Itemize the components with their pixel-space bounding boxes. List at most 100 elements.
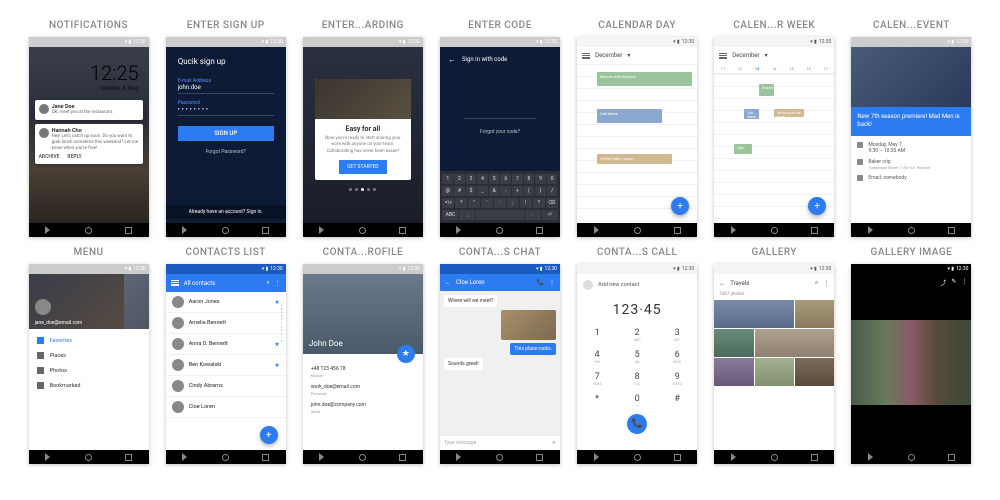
menu-icon[interactable] <box>171 280 179 286</box>
key-3[interactable]: 3DEF <box>657 324 697 346</box>
home-icon[interactable] <box>222 227 229 234</box>
recent-icon[interactable] <box>399 454 406 461</box>
back-icon[interactable] <box>731 453 738 461</box>
phone-onboarding[interactable]: ▾ ▮ 12:30 Easy for all Now you're ready … <box>303 37 423 237</box>
home-icon[interactable] <box>908 227 915 234</box>
recent-icon[interactable] <box>811 454 818 461</box>
phone-cal-week[interactable]: ▾ ▮ 12:30 December ▾ 11121314151617 Brun… <box>714 37 834 237</box>
back-arrow-icon[interactable]: ← <box>445 279 451 286</box>
call-fab[interactable]: 📞 <box>627 414 647 434</box>
menu-item-places[interactable]: Places <box>29 348 149 363</box>
back-icon[interactable] <box>868 453 875 461</box>
message-in[interactable]: Where will we meet? <box>444 295 497 307</box>
month-select[interactable]: December <box>595 52 622 59</box>
event[interactable]: Brunch with Monica <box>597 72 692 86</box>
recent-icon[interactable] <box>536 454 543 461</box>
menu-item-favorites[interactable]: Favorites <box>29 333 149 348</box>
contact-item[interactable]: Ben Kowalski★ <box>166 355 286 376</box>
phone-cal-event[interactable]: ▾ ▮ 12:30 New 7th season premiere! Mad M… <box>851 37 971 237</box>
phone-cal-day[interactable]: ▾ ▮ 12:30 December ▾ Brunch with Monica … <box>577 37 697 237</box>
email-field[interactable]: john.doe <box>178 84 274 94</box>
star-fab[interactable]: ★ <box>397 345 415 363</box>
add-fab[interactable]: + <box>671 197 689 215</box>
recent-icon[interactable] <box>262 227 269 234</box>
get-started-button[interactable]: GET STARTED <box>339 160 386 174</box>
add-contact-fab[interactable]: + <box>260 426 278 444</box>
menu-icon[interactable] <box>719 53 727 59</box>
recent-icon[interactable] <box>125 227 132 234</box>
messages[interactable]: Where will we meet? This place rocks. So… <box>440 291 560 436</box>
recent-icon[interactable] <box>262 454 269 461</box>
message-out[interactable]: This place rocks. <box>510 343 556 355</box>
event[interactable]: Gym <box>734 144 752 154</box>
back-icon[interactable] <box>319 453 326 461</box>
photo-thumb[interactable] <box>795 358 834 386</box>
home-icon[interactable] <box>222 454 229 461</box>
message-input[interactable]: Type message➤ <box>440 436 560 450</box>
phone-menu[interactable]: ▾ ▮ 12:30 jane_doe@email.com Favorites P… <box>29 264 149 464</box>
back-icon[interactable] <box>182 226 189 234</box>
recent-icon[interactable] <box>948 454 955 461</box>
photo-thumb[interactable] <box>714 329 753 357</box>
month-select[interactable]: December <box>732 52 759 59</box>
contact-item[interactable]: Aaron Jones★ <box>166 292 286 313</box>
back-arrow-icon[interactable]: ← <box>448 55 456 64</box>
event[interactable]: Call Marie <box>597 109 662 123</box>
key-7[interactable]: 7PQRS <box>577 368 617 390</box>
phone-contacts-list[interactable]: ▾ ▮ 12:30 All contacts ⌕ ⋮ Aaron Jones★ … <box>166 264 286 464</box>
recent-icon[interactable] <box>674 454 681 461</box>
home-icon[interactable] <box>771 227 778 234</box>
home-icon[interactable] <box>634 454 641 461</box>
search-icon[interactable]: ⌕ <box>815 279 818 287</box>
contact-item[interactable]: Cloe Loren <box>166 397 286 418</box>
recent-icon[interactable] <box>399 227 406 234</box>
add-contact-link[interactable]: Add new contact <box>577 274 697 296</box>
phone-code[interactable]: ▾ ▮ 12:30 ← Sign in with code Forgot you… <box>440 37 560 237</box>
edit-icon[interactable]: ✎ <box>951 278 956 287</box>
avatar[interactable] <box>35 299 51 315</box>
home-icon[interactable] <box>634 227 641 234</box>
contact-item[interactable]: Anna D. Bennett★ <box>166 334 286 355</box>
phone-gallery-image[interactable]: ▾ ▮ 12:30 ⤴ ✎ ⋮ <box>851 264 971 464</box>
week-grid[interactable]: Brunch Call Marie Morning on the track G… <box>714 74 834 223</box>
key-2[interactable]: 2ABC <box>617 324 657 346</box>
forgot-link[interactable]: Forgot Password? <box>178 149 274 155</box>
photo-thumb[interactable] <box>714 358 753 386</box>
contact-item[interactable]: Amelia Bennett <box>166 313 286 334</box>
phone-notifications[interactable]: ▾ ▮ 12:30 12:25 Sunday, 8 May Jane Doe O… <box>29 37 149 237</box>
key-6[interactable]: 6MNO <box>657 346 697 368</box>
key-5[interactable]: 5JKL <box>617 346 657 368</box>
photo-thumb[interactable] <box>795 300 834 328</box>
recent-icon[interactable] <box>674 227 681 234</box>
full-image[interactable] <box>851 320 971 405</box>
key-4[interactable]: 4GHI <box>577 346 617 368</box>
menu-item-photos[interactable]: Photos <box>29 363 149 378</box>
recent-icon[interactable] <box>811 227 818 234</box>
notification-card[interactable]: Hannah Cho Hey! Let's catch up soon. Do … <box>35 124 143 165</box>
back-icon[interactable] <box>45 226 52 234</box>
home-icon[interactable] <box>359 227 366 234</box>
add-fab[interactable]: + <box>808 197 826 215</box>
back-icon[interactable] <box>456 226 463 234</box>
phone-dialer[interactable]: ▾ ▮ 12:30 Add new contact 123·45 1 2ABC … <box>577 264 697 464</box>
message-image[interactable] <box>501 310 556 340</box>
recent-icon[interactable] <box>125 454 132 461</box>
key-9[interactable]: 9WXYZ <box>657 368 697 390</box>
back-icon[interactable] <box>594 453 601 461</box>
archive-button[interactable]: ARCHIVE <box>39 154 60 160</box>
password-field[interactable]: •••••••• <box>178 106 274 116</box>
more-icon[interactable]: ⋮ <box>823 280 829 287</box>
menu-item-bookmarked[interactable]: Bookmarked <box>29 378 149 393</box>
home-icon[interactable] <box>771 454 778 461</box>
home-icon[interactable] <box>496 227 503 234</box>
code-input[interactable] <box>464 109 536 119</box>
notification-card[interactable]: Jane Doe OK, meet you at the restaurant. <box>35 100 143 120</box>
home-icon[interactable] <box>359 454 366 461</box>
key-8[interactable]: 8TUV <box>617 368 657 390</box>
phone-profile[interactable]: ▾ ▮ 12:30 John Doe ★ +48 123 456 78 Mobi… <box>303 264 423 464</box>
back-arrow-icon[interactable]: ← <box>719 280 725 287</box>
more-icon[interactable]: ⋮ <box>275 280 281 287</box>
home-icon[interactable] <box>85 454 92 461</box>
phone-chat[interactable]: ▾ ▮ 12:30 ← Cloe Loren 📞 ⋮ Where will we… <box>440 264 560 464</box>
back-icon[interactable] <box>45 453 52 461</box>
